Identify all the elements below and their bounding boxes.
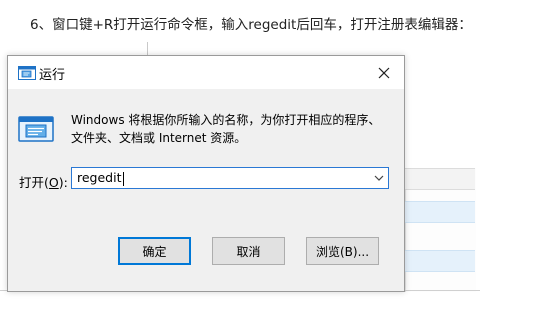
run-icon xyxy=(18,116,54,142)
description-line: 文件夹、文档或 Internet 资源。 xyxy=(71,131,247,145)
dialog-title: 运行 xyxy=(39,68,66,83)
ok-button[interactable]: 确定 xyxy=(118,237,191,265)
open-combobox[interactable]: regedit xyxy=(71,167,389,189)
background-row xyxy=(405,250,475,272)
open-label-prefix: 打开( xyxy=(19,175,49,190)
description-line: Windows 将根据你所输入的名称，为你打开相应的程序、 xyxy=(71,113,381,127)
background-row xyxy=(405,168,475,190)
close-button[interactable] xyxy=(364,56,404,89)
open-label: 打开(O): xyxy=(19,172,68,191)
dialog-description: Windows 将根据你所输入的名称，为你打开相应的程序、 文件夹、文档或 In… xyxy=(71,111,391,147)
open-input-text: regedit xyxy=(77,170,122,185)
open-label-suffix: ): xyxy=(58,175,68,190)
open-input-value[interactable]: regedit xyxy=(77,170,124,186)
close-icon xyxy=(378,67,390,78)
run-dialog: 运行 Windows 将根据你所输入的名称，为你打开相应的程序、 文件夹、文档或… xyxy=(7,55,405,292)
run-icon xyxy=(18,66,36,80)
instruction-text: 6、窗口键+R打开运行命令框，输入regedit后回车，打开注册表编辑器： xyxy=(30,17,472,33)
background-row xyxy=(405,201,475,223)
title-bar[interactable]: 运行 xyxy=(8,56,404,89)
open-label-accesskey: O xyxy=(48,175,59,190)
chevron-down-icon[interactable] xyxy=(373,172,385,184)
text-caret xyxy=(122,171,124,186)
browse-button[interactable]: 浏览(B)... xyxy=(306,237,379,265)
cancel-button[interactable]: 取消 xyxy=(212,237,285,265)
